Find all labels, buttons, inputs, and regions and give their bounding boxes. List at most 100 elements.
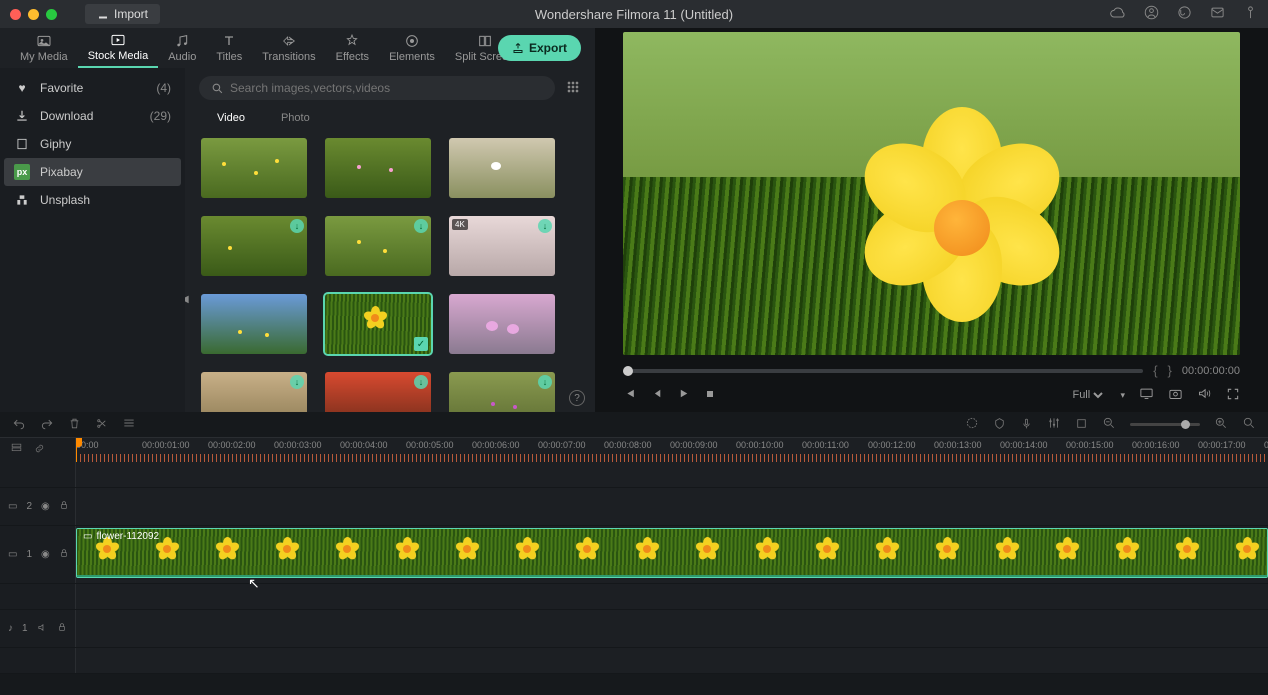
link-icon[interactable] (33, 442, 46, 458)
sidebar-item-unsplash[interactable]: Unsplash (0, 186, 185, 214)
media-thumb[interactable] (325, 138, 431, 198)
media-thumb[interactable]: ↓ (325, 216, 431, 276)
zoom-knob[interactable] (1181, 420, 1190, 429)
zoom-fit-icon[interactable] (1242, 416, 1256, 433)
stop-icon[interactable] (704, 388, 716, 403)
preview-progress[interactable] (623, 369, 1143, 373)
track-content[interactable] (76, 488, 1268, 525)
mark-out-icon[interactable]: } (1168, 363, 1172, 378)
timecode: 00:00:00:00 (1182, 365, 1240, 377)
support-icon[interactable] (1177, 5, 1192, 24)
tab-audio[interactable]: Audio (158, 29, 206, 67)
download-icon (14, 108, 30, 124)
crop-icon[interactable] (1075, 417, 1088, 433)
media-panel: My Media Stock Media Audio Titles Transi… (0, 28, 595, 412)
download-badge-icon: ↓ (290, 375, 304, 389)
selected-check-icon: ✓ (414, 337, 428, 351)
media-thumb[interactable]: ↓ (449, 372, 555, 412)
sidebar-item-favorite[interactable]: ♥ Favorite (4) (0, 74, 185, 102)
quality-select[interactable]: Full (1068, 388, 1106, 402)
media-thumb[interactable] (449, 138, 555, 198)
tab-elements[interactable]: Elements (379, 29, 445, 67)
media-thumb[interactable] (449, 294, 555, 354)
display-icon[interactable] (1139, 386, 1154, 404)
preview-video[interactable] (623, 32, 1240, 355)
lock-icon[interactable] (59, 548, 69, 561)
zoom-out-icon[interactable] (1102, 416, 1116, 433)
visibility-icon[interactable]: ◉ (41, 501, 50, 512)
lock-icon[interactable] (59, 500, 69, 513)
subtab-video[interactable]: Video (199, 108, 263, 128)
marker-icon[interactable] (993, 417, 1006, 433)
media-thumb[interactable] (201, 138, 307, 198)
notifications-icon[interactable] (1243, 5, 1258, 24)
account-icon[interactable] (1144, 5, 1159, 24)
zoom-in-icon[interactable] (1214, 416, 1228, 433)
video-track-1: ▭ 1 ◉ ▭flower-112092 (0, 526, 1268, 584)
unsplash-icon (14, 192, 30, 208)
tab-stock-media[interactable]: Stock Media (78, 28, 159, 68)
titlebar: Import Wondershare Filmora 11 (Untitled) (0, 0, 1268, 28)
media-thumb[interactable]: 4K↓ (449, 216, 555, 276)
track-content[interactable]: ▭flower-112092 (76, 526, 1268, 583)
zoom-slider[interactable] (1130, 423, 1200, 426)
message-icon[interactable] (1210, 5, 1225, 24)
tab-effects[interactable]: Effects (326, 29, 379, 67)
heart-icon: ♥ (14, 80, 30, 96)
clip-type-icon: ▭ (83, 531, 92, 542)
video-clip[interactable]: ▭flower-112092 (76, 528, 1268, 578)
tab-transitions[interactable]: Transitions (252, 29, 325, 67)
voiceover-icon[interactable] (1020, 417, 1033, 433)
tab-my-media[interactable]: My Media (10, 29, 78, 67)
mute-icon[interactable] (37, 622, 48, 636)
render-icon[interactable] (965, 416, 979, 433)
video-track-icon: ▭ (8, 549, 17, 560)
tab-titles[interactable]: Titles (206, 29, 252, 67)
media-thumb[interactable]: ↓ (201, 372, 307, 412)
undo-icon[interactable] (12, 416, 26, 433)
download-badge-icon: ↓ (414, 219, 428, 233)
giphy-icon (14, 136, 30, 152)
maximize-window-button[interactable] (46, 9, 57, 20)
collapse-sidebar-icon[interactable]: ◀ (185, 294, 189, 305)
media-thumb[interactable]: ↓ (325, 372, 431, 412)
split-icon[interactable] (95, 417, 108, 433)
sidebar-item-pixabay[interactable]: px Pixabay (4, 158, 181, 186)
progress-knob[interactable] (623, 366, 633, 376)
track-content[interactable] (76, 610, 1268, 647)
media-thumb[interactable] (201, 294, 307, 354)
window-controls (10, 9, 57, 20)
volume-icon[interactable] (1197, 386, 1212, 404)
export-button[interactable]: Export (498, 35, 581, 61)
subtab-photo[interactable]: Photo (263, 108, 328, 128)
edit-menu-icon[interactable] (122, 416, 136, 433)
delete-icon[interactable] (68, 417, 81, 433)
minimize-window-button[interactable] (28, 9, 39, 20)
cloud-icon[interactable] (1110, 5, 1126, 24)
fullscreen-icon[interactable] (1226, 387, 1240, 404)
search-box[interactable] (199, 76, 555, 100)
lock-icon[interactable] (57, 622, 67, 635)
help-icon[interactable]: ? (569, 390, 585, 406)
preview-panel: { } 00:00:00:00 Full ▾ (595, 28, 1268, 412)
media-thumb[interactable]: ↓ (201, 216, 307, 276)
play-icon[interactable] (677, 387, 690, 403)
search-input[interactable] (230, 81, 543, 95)
mark-in-icon[interactable]: { (1153, 363, 1157, 378)
grid-view-icon[interactable] (565, 79, 581, 98)
visibility-icon[interactable]: ◉ (41, 549, 50, 560)
snapshot-icon[interactable] (1168, 386, 1183, 404)
track-manager-icon[interactable] (10, 442, 23, 458)
mixer-icon[interactable] (1047, 416, 1061, 433)
sidebar-item-giphy[interactable]: Giphy (0, 130, 185, 158)
video-track-2: ▭ 2 ◉ (0, 488, 1268, 526)
close-window-button[interactable] (10, 9, 21, 20)
playhead[interactable] (76, 438, 77, 462)
prev-frame-icon[interactable] (623, 387, 636, 403)
redo-icon[interactable] (40, 416, 54, 433)
import-button[interactable]: Import (85, 4, 160, 24)
step-back-icon[interactable] (650, 387, 663, 403)
media-thumb-selected[interactable]: ✓ (325, 294, 431, 354)
timeline-ruler[interactable]: 00:0000:00:01:0000:00:02:0000:00:03:0000… (76, 438, 1268, 462)
sidebar-item-download[interactable]: Download (29) (0, 102, 185, 130)
